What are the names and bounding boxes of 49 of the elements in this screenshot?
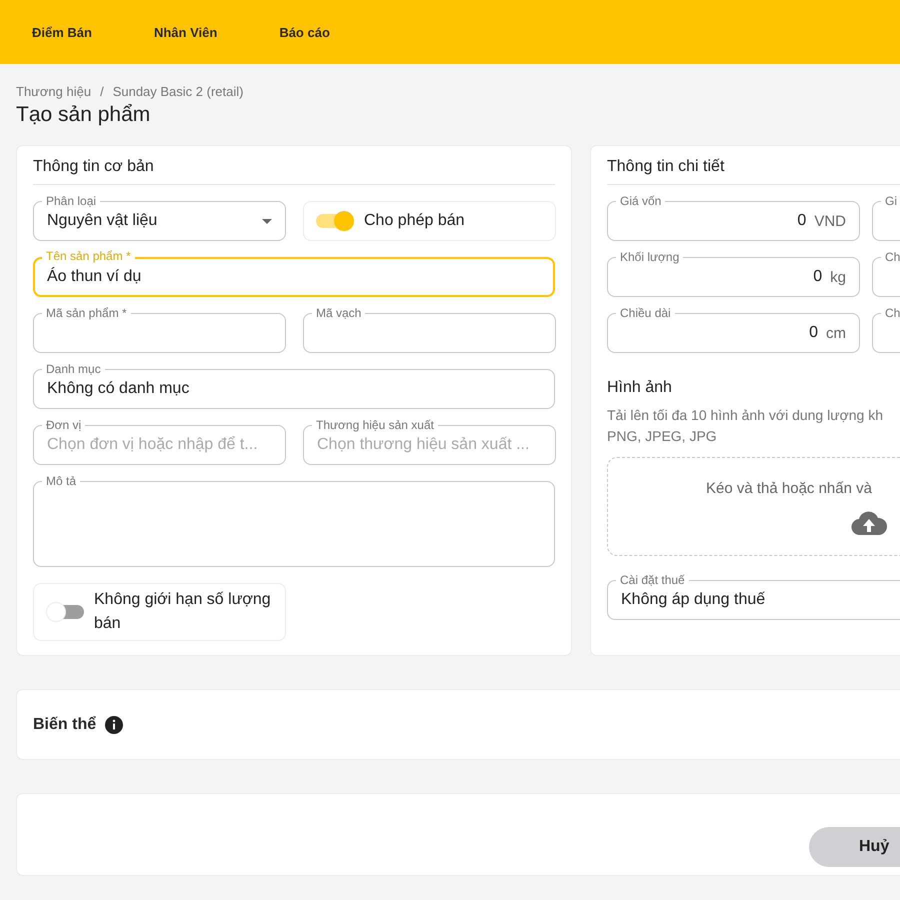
field-placeholder: Chọn thương hiệu sản xuất ... [317, 436, 530, 454]
field-label: Ch [881, 306, 900, 320]
field-label: Mã vạch [312, 306, 366, 320]
card-title: Thông tin chi tiết [607, 158, 900, 185]
cloud-upload-icon [851, 511, 887, 535]
nav-link[interactable]: Nhân Viên [154, 24, 218, 40]
upload-hint: Tải lên tối đa 10 hình ảnh với dung lượng kh [607, 406, 884, 425]
field-label: Khối lượng [616, 250, 684, 264]
field-label: Cài đặt thuế [616, 573, 689, 587]
upload-hint: PNG, JPEG, JPG [607, 427, 718, 446]
field-label: Giá vốn [616, 194, 666, 208]
toggle-label: Cho phép bán [364, 211, 465, 231]
nav-link[interactable]: Báo cáo [279, 24, 330, 40]
breadcrumb-separator: / [100, 84, 104, 99]
toggle-label: Không giới hạn số lượng bán [94, 590, 272, 634]
field-value: Không áp dụng thuế [621, 591, 766, 609]
cancel-button[interactable]: Huỷ [809, 827, 900, 867]
section-title: Biến thể [33, 716, 96, 734]
unit-label: kg [830, 268, 846, 286]
upload-dropzone[interactable]: Kéo và thả hoặc nhấn và [607, 457, 900, 556]
field-value: 0 [813, 268, 822, 286]
breadcrumb-link[interactable]: Sunday Basic 2 (retail) [112, 84, 244, 99]
field-label: Gi [881, 194, 900, 208]
field-label: Mã sản phẩm * [42, 306, 131, 320]
page-title: Tạo sản phẩm [16, 103, 152, 127]
field-label: Chiều dài [616, 306, 675, 320]
field-label: Mô tả [42, 474, 80, 488]
unit-label: cm [826, 324, 846, 342]
field-value: 0 [797, 212, 806, 230]
field-label: Phân loại [42, 194, 100, 208]
field-label: Tên sản phẩm * [42, 249, 135, 263]
toggle-switch[interactable]: Không giới hạn số lượng bán [33, 583, 286, 641]
unit-label: VND [814, 212, 846, 230]
field-placeholder: Chọn đơn vị hoặc nhập để t... [47, 436, 258, 454]
field-label: Thương hiệu sản xuất [312, 418, 438, 432]
breadcrumb-link[interactable]: Thương hiệu [16, 84, 92, 99]
dropdown-caret-icon [262, 218, 272, 224]
field-value: 0 [809, 324, 818, 342]
field-label: Đơn vị [42, 418, 86, 432]
toggle-switch[interactable]: Cho phép bán [303, 201, 556, 241]
card-title: Thông tin cơ bản [33, 158, 555, 185]
section-title: Hình ảnh [607, 379, 673, 397]
info-icon[interactable] [105, 716, 124, 734]
field-value: Nguyên vật liệu [47, 212, 158, 230]
field-label: Danh mục [42, 362, 105, 376]
field-label: Ch [881, 250, 900, 264]
field-value: Áo thun ví dụ [47, 268, 142, 286]
field-value: Không có danh mục [47, 380, 190, 398]
nav-link[interactable]: Điểm Bán [32, 24, 92, 40]
